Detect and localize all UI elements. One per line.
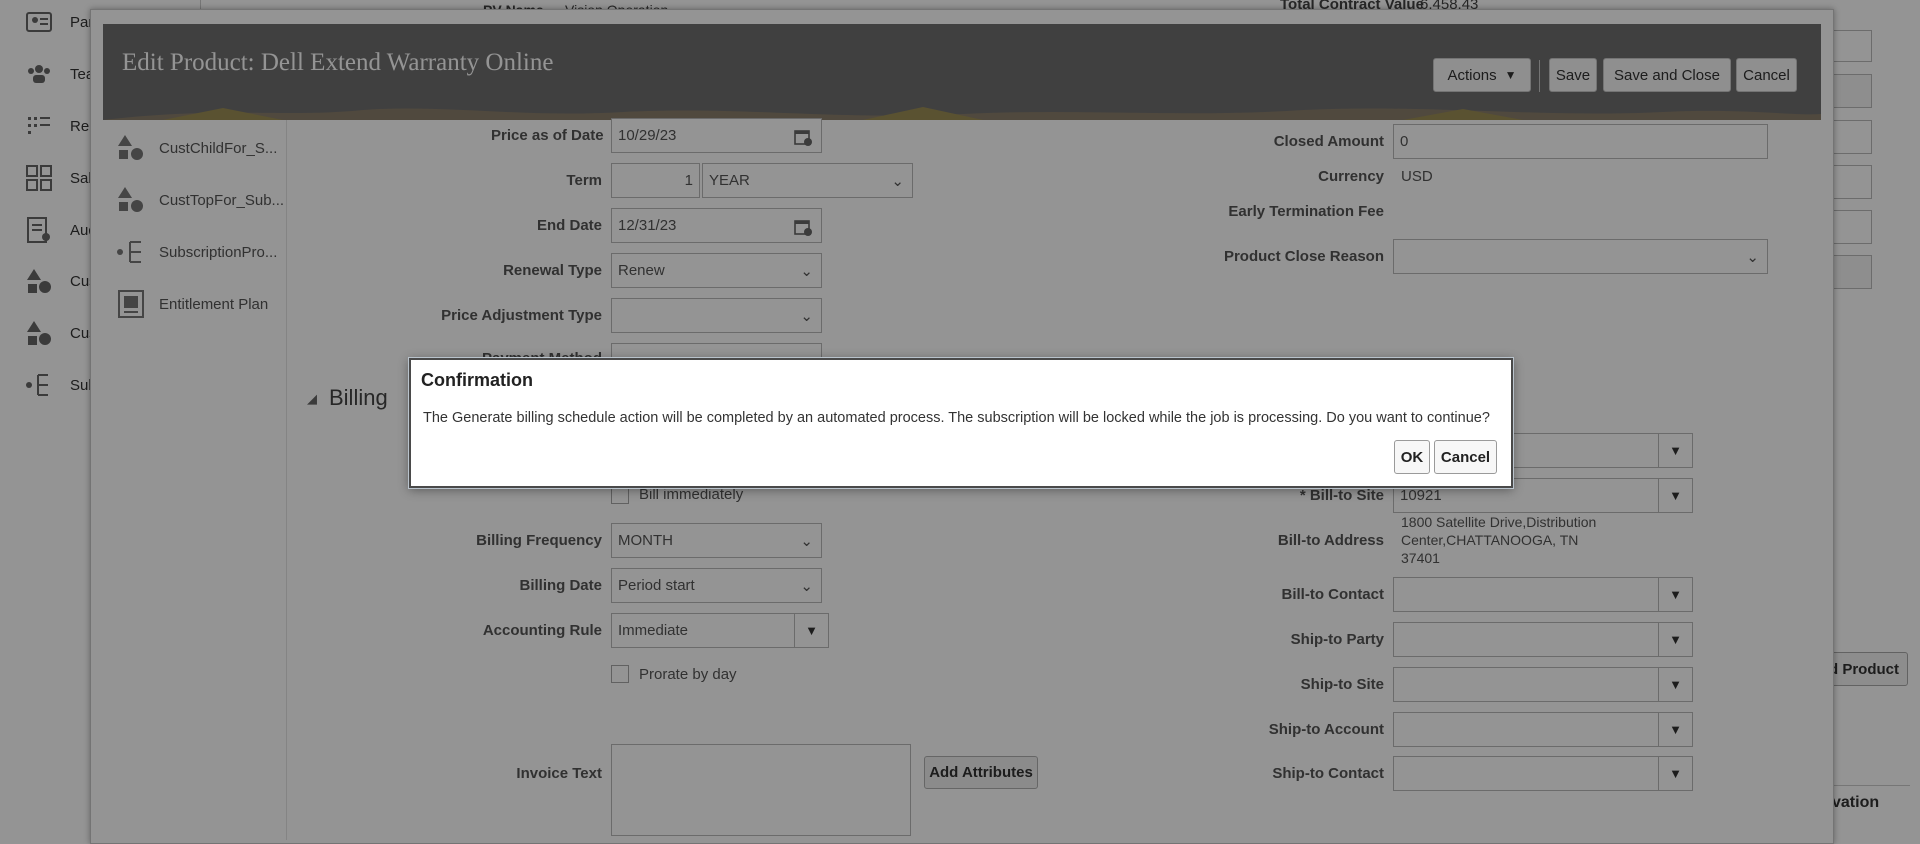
- dialog-title: Confirmation: [421, 370, 533, 390]
- dialog-cancel-button[interactable]: Cancel: [1434, 440, 1497, 474]
- confirmation-dialog: Confirmation The Generate billing schedu…: [409, 358, 1513, 488]
- ok-button[interactable]: OK: [1394, 440, 1430, 474]
- dialog-message: The Generate billing schedule action wil…: [423, 410, 1490, 426]
